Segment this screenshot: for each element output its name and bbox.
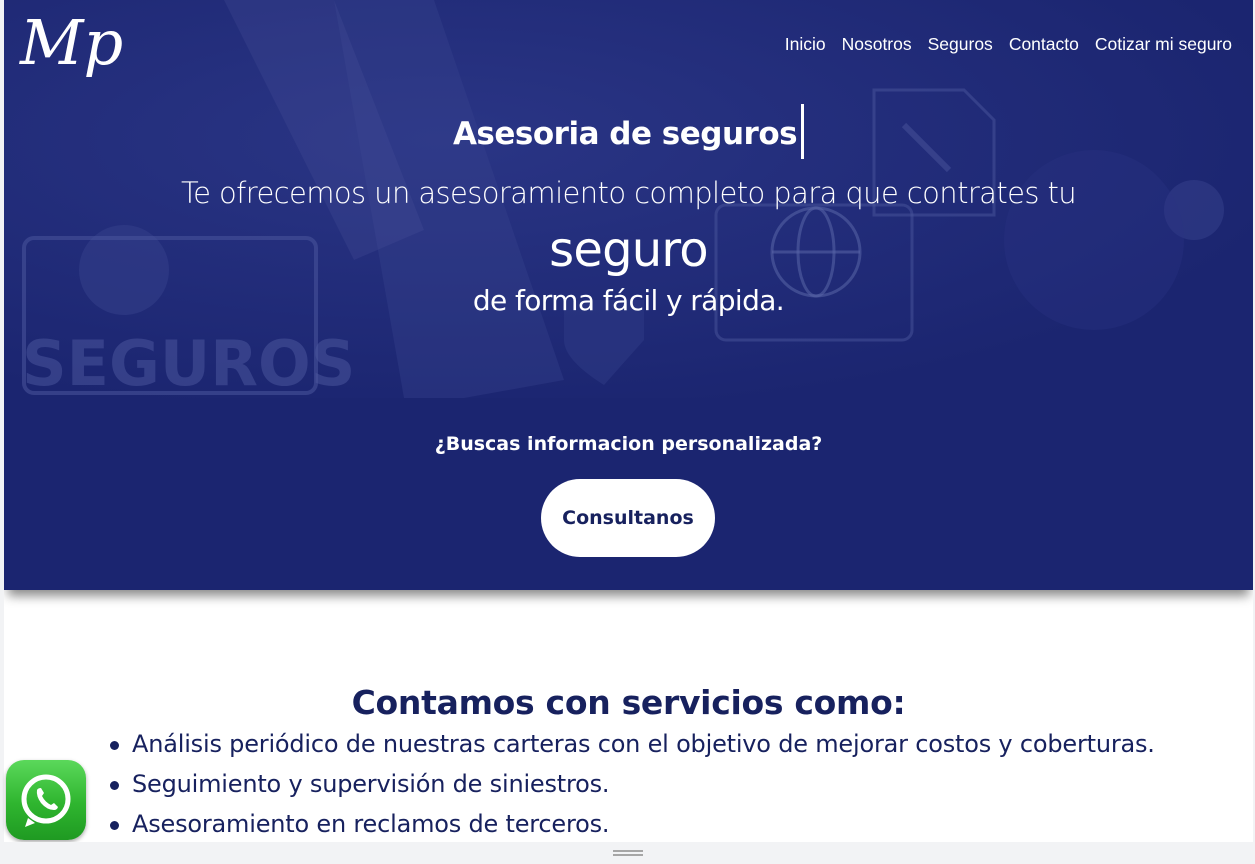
logo[interactable]: Mp [16,6,126,82]
nav-nosotros[interactable]: Nosotros [842,34,912,55]
service-item: Seguimiento y supervisión de siniestros. [104,766,1155,806]
cta-band: ¿Buscas informacion personalizada? Consu… [4,398,1253,590]
nav-contacto[interactable]: Contacto [1009,34,1079,55]
consultanos-button[interactable]: Consultanos [541,479,715,557]
services-list: Análisis periódico de nuestras carteras … [104,726,1155,842]
service-item: Asesoramiento en reclamos de terceros. [104,806,1155,842]
hero-title-text: Asesoria de seguros [452,116,798,152]
main-nav: Inicio Nosotros Seguros Contacto Cotizar… [785,34,1232,55]
service-item: Análisis periódico de nuestras carteras … [104,726,1155,766]
page: SEGUROS Mp Inicio Nosotros Seguros Conta… [4,0,1253,842]
nav-seguros[interactable]: Seguros [928,34,993,55]
hero-section: SEGUROS Mp Inicio Nosotros Seguros Conta… [4,0,1253,398]
nav-cotizar[interactable]: Cotizar mi seguro [1095,34,1232,55]
hero-title: Asesoria de seguros [4,104,1253,163]
resize-handle[interactable] [613,850,643,856]
whatsapp-icon [21,774,71,827]
cta-question: ¿Buscas informacion personalizada? [434,433,823,455]
typing-caret [801,104,805,159]
services-title: Contamos con servicios como: [351,683,906,723]
hero-subtitle-line1: Te ofrecemos un asesoramiento completo p… [180,176,1077,210]
seguros-watermark: SEGUROS [22,327,355,398]
hero-subtitle-line2: seguro [549,222,708,278]
hero-subtitle-line3: de forma fácil y rápida. [472,284,785,317]
whatsapp-button[interactable] [6,760,86,840]
svg-text:Mp: Mp [19,6,123,79]
nav-inicio[interactable]: Inicio [785,34,826,55]
